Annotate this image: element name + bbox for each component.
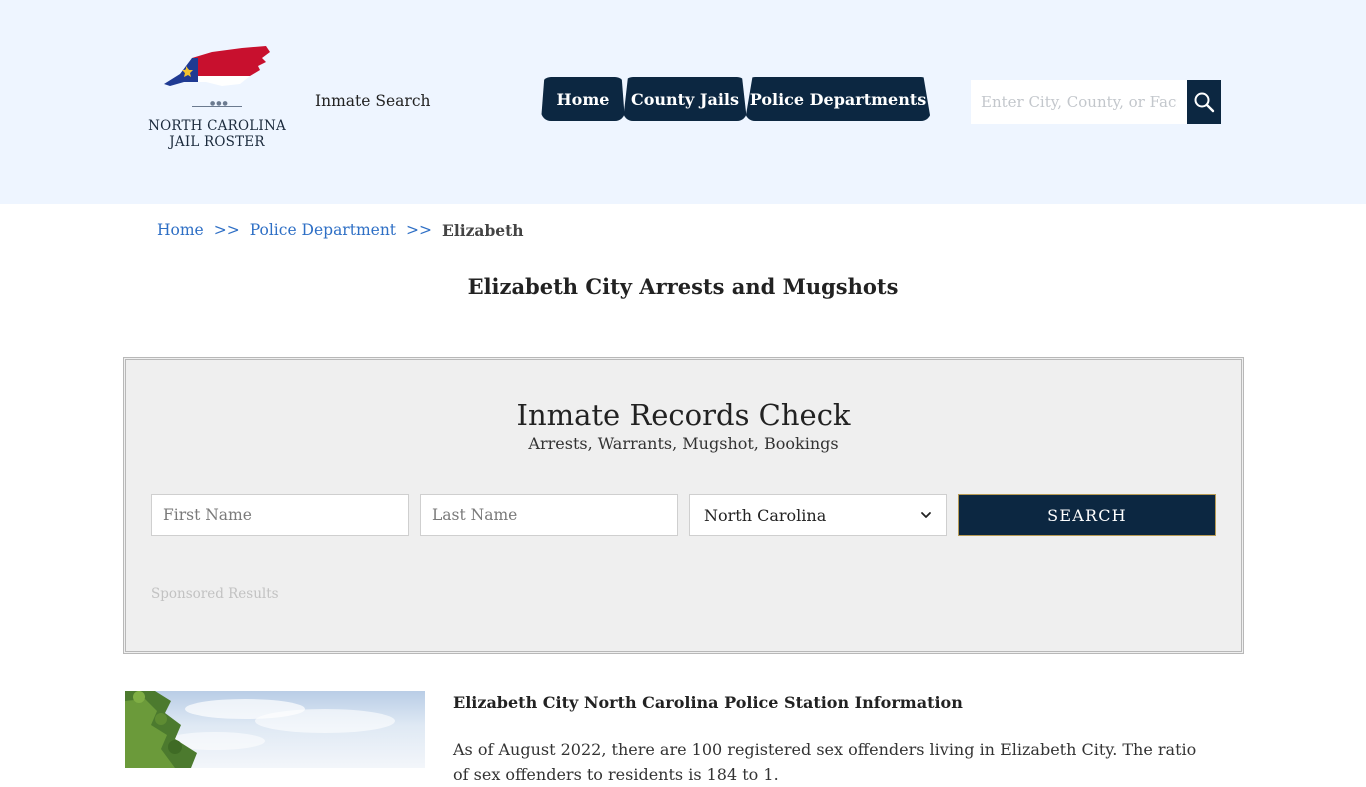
logo-text: NORTH CAROLINA JAIL ROSTER — [144, 118, 290, 150]
breadcrumb-separator: >> — [406, 221, 433, 239]
site-header: C ●●● NORTH CAROLINA JAIL ROSTER Inmate … — [0, 0, 1366, 204]
page-title: Elizabeth City Arrests and Mugshots — [467, 274, 899, 299]
last-name-input[interactable] — [420, 494, 678, 536]
records-search-button[interactable]: SEARCH — [958, 494, 1216, 536]
site-search — [971, 80, 1221, 124]
station-info-text: As of August 2022, there are 100 registe… — [453, 740, 1197, 784]
site-search-button[interactable] — [1187, 80, 1221, 124]
police-station-photo — [125, 691, 425, 768]
station-info-heading: Elizabeth City North Carolina Police Sta… — [453, 693, 963, 712]
state-select-value: North Carolina — [704, 505, 827, 525]
records-title: Inmate Records Check — [516, 398, 851, 432]
inmate-records-panel: Inmate Records Check Arrests, Warrants, … — [123, 357, 1244, 654]
records-subtitle: Arrests, Warrants, Mugshot, Bookings — [528, 434, 839, 453]
main-nav: Home County Jails Police Departments — [541, 77, 931, 121]
magnifier-icon — [1194, 92, 1215, 113]
logo-line1: NORTH CAROLINA — [148, 118, 286, 134]
chevron-down-icon — [921, 512, 931, 518]
breadcrumb: Home >> Police Department >> Elizabeth — [157, 221, 524, 240]
breadcrumb-police-department[interactable]: Police Department — [250, 221, 396, 240]
nav-home[interactable]: Home — [541, 77, 625, 121]
tree-foliage-image — [125, 691, 395, 768]
svg-text:C: C — [184, 68, 189, 76]
nav-police-departments[interactable]: Police Departments — [745, 77, 931, 121]
breadcrumb-current: Elizabeth — [442, 221, 524, 240]
state-select[interactable]: North Carolina — [689, 494, 947, 536]
records-search-form: North Carolina SEARCH — [151, 494, 1216, 536]
inmate-search-link[interactable]: Inmate Search — [315, 92, 430, 110]
breadcrumb-separator: >> — [213, 221, 240, 239]
north-carolina-map-icon: C — [164, 46, 270, 86]
logo-line2: JAIL ROSTER — [169, 134, 265, 150]
site-search-input[interactable] — [971, 80, 1187, 124]
breadcrumb-home[interactable]: Home — [157, 221, 204, 240]
logo-divider — [192, 106, 242, 107]
sponsored-results-label: Sponsored Results — [151, 586, 279, 602]
site-logo[interactable]: C ●●● NORTH CAROLINA JAIL ROSTER — [144, 44, 290, 154]
first-name-input[interactable] — [151, 494, 409, 536]
nav-county-jails[interactable]: County Jails — [623, 77, 747, 121]
